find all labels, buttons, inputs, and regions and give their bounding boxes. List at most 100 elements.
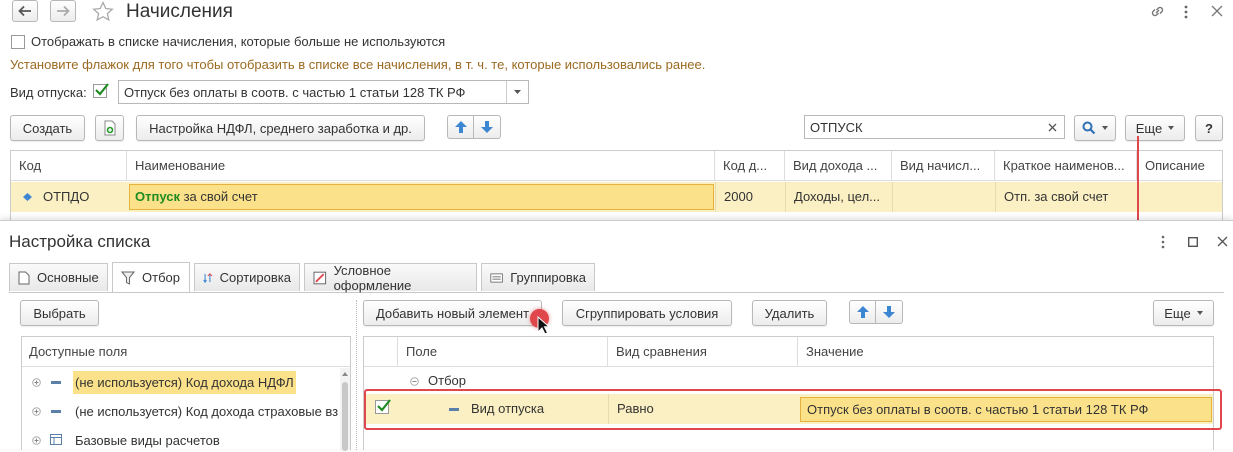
- group-conditions-button[interactable]: Сгруппировать условия: [562, 300, 732, 326]
- delete-label: Удалить: [764, 305, 815, 321]
- table-header: Код Наименование Код д... Вид дохода ...…: [11, 151, 1222, 181]
- select-button[interactable]: Выбрать: [20, 300, 99, 326]
- more-vertical-icon[interactable]: [1160, 235, 1166, 249]
- cell-accrual-type: [892, 182, 995, 212]
- dialog-more-button[interactable]: Еще: [1153, 300, 1214, 326]
- arrow-up-icon: [856, 306, 869, 318]
- leave-type-value: Отпуск без оплаты в соотв. с частью 1 ст…: [124, 84, 466, 100]
- chevron-down-icon: [1196, 311, 1203, 315]
- chevron-down-icon: [1168, 126, 1175, 130]
- forward-button[interactable]: [50, 0, 76, 22]
- more-label: Еще: [1135, 120, 1163, 136]
- add-copy-button[interactable]: [95, 115, 124, 141]
- search-match: Отпуск: [135, 189, 180, 204]
- close-icon[interactable]: [1217, 236, 1228, 247]
- column-header[interactable]: Наименование: [127, 151, 715, 181]
- tab-main[interactable]: Основные: [9, 263, 108, 291]
- scrollbar-thumb[interactable]: [342, 382, 348, 451]
- dialog-title: Настройка списка: [9, 232, 151, 251]
- move-down-button[interactable]: [474, 115, 501, 139]
- panel-splitter[interactable]: [356, 300, 357, 450]
- grouping-icon: [490, 272, 503, 283]
- tab-sort[interactable]: Сортировка: [194, 263, 300, 291]
- move-down-button[interactable]: [876, 300, 903, 324]
- delete-button[interactable]: Удалить: [752, 300, 827, 326]
- help-button[interactable]: ?: [1195, 115, 1223, 141]
- mouse-cursor-icon: [537, 316, 550, 335]
- clear-icon[interactable]: [1048, 123, 1057, 132]
- move-up-button[interactable]: [447, 115, 474, 139]
- tab-label: Условное оформление: [333, 262, 412, 293]
- checkmark-icon: [95, 83, 109, 96]
- list-item[interactable]: (не используется) Код дохода страховые в…: [22, 397, 340, 426]
- leave-type-select[interactable]: Отпуск без оплаты в соотв. с частью 1 ст…: [118, 80, 529, 104]
- diamond-icon: [23, 193, 32, 201]
- field-label: (не используется) Код дохода НДФЛ: [73, 371, 296, 394]
- column-header[interactable]: Описание: [1137, 151, 1222, 181]
- column-header[interactable]: Вид дохода ...: [785, 151, 892, 181]
- expand-plus-icon[interactable]: [32, 407, 41, 416]
- list-item[interactable]: (не используется) Код дохода НДФЛ: [22, 368, 340, 397]
- tab-label: Группировка: [510, 270, 586, 285]
- search-button[interactable]: [1074, 115, 1116, 141]
- maximize-icon[interactable]: [1188, 237, 1198, 247]
- column-header[interactable]: Код: [11, 151, 127, 181]
- show-unused-checkbox[interactable]: [11, 35, 25, 49]
- search-input[interactable]: ОТПУСК: [804, 115, 1065, 139]
- available-fields-panel: Доступные поля (не используется) Код дох…: [21, 336, 351, 451]
- help-label: ?: [1205, 120, 1213, 136]
- hint-text: Установите флажок для того чтобы отобраз…: [10, 57, 706, 72]
- field-dash-icon: [51, 410, 61, 413]
- leave-type-label: Вид отпуска:: [10, 85, 87, 100]
- column-header[interactable]: Значение: [798, 337, 1213, 367]
- ndfl-settings-button[interactable]: Настройка НДФЛ, среднего заработка и др.: [136, 115, 425, 141]
- star-icon[interactable]: [92, 1, 114, 22]
- move-up-button[interactable]: [849, 300, 876, 324]
- column-header[interactable]: Вид начисл...: [892, 151, 995, 181]
- arrow-down-icon: [883, 306, 895, 318]
- scroll-up-icon[interactable]: [342, 372, 348, 376]
- back-button[interactable]: [12, 0, 38, 22]
- more-label: Еще: [1164, 305, 1191, 321]
- table-row[interactable]: ОТПДО Отпуск за свой счет 2000 Доходы, ц…: [11, 182, 1222, 212]
- field-label: (не используется) Код дохода страховые в…: [75, 404, 339, 419]
- tab-conditional-format[interactable]: Условное оформление: [304, 262, 477, 293]
- filter-header: Поле Вид сравнения Значение: [364, 337, 1213, 367]
- scrollbar[interactable]: [340, 368, 350, 451]
- sort-icon: [203, 272, 213, 283]
- leave-type-checkbox[interactable]: [93, 83, 109, 98]
- table-icon: [50, 434, 62, 445]
- link-icon[interactable]: [1149, 3, 1166, 20]
- more-button[interactable]: Еще: [1125, 115, 1185, 141]
- arrow-up-icon: [454, 121, 467, 133]
- expand-plus-icon[interactable]: [32, 378, 41, 387]
- add-element-button[interactable]: Добавить новый элемент: [363, 300, 542, 326]
- arrow-right-icon: [57, 5, 70, 17]
- cell-name[interactable]: Отпуск за свой счет: [129, 184, 714, 210]
- conditional-format-icon: [313, 271, 327, 284]
- search-value: ОТПУСК: [810, 119, 863, 135]
- close-icon[interactable]: [1211, 5, 1223, 17]
- collapse-minus-icon[interactable]: [410, 377, 419, 386]
- filter-icon: [121, 271, 135, 285]
- cell-short-name: Отп. за свой счет: [995, 182, 1137, 212]
- expand-plus-icon[interactable]: [32, 436, 41, 445]
- column-header[interactable]: Код д...: [715, 151, 785, 181]
- annotation-arrow: [1137, 136, 1139, 232]
- more-vertical-icon[interactable]: [1183, 4, 1189, 20]
- column-header: [364, 337, 398, 367]
- cell-description: [1137, 182, 1222, 212]
- tab-filter[interactable]: Отбор: [112, 262, 190, 292]
- list-item[interactable]: Базовые виды расчетов: [22, 426, 340, 451]
- dropdown-button[interactable]: [506, 81, 528, 103]
- arrow-left-icon: [18, 5, 31, 17]
- column-header[interactable]: Вид сравнения: [608, 337, 798, 367]
- search-icon: [1082, 121, 1096, 135]
- top-window: Начисления Отображать в списке начислени…: [0, 0, 1233, 222]
- tab-label: Сортировка: [219, 270, 291, 285]
- column-header[interactable]: Поле: [398, 337, 608, 367]
- tab-grouping[interactable]: Группировка: [481, 263, 595, 291]
- create-button[interactable]: Создать: [10, 115, 85, 141]
- cell-income-code: 2000: [715, 182, 785, 212]
- column-header[interactable]: Краткое наименов...: [995, 151, 1137, 181]
